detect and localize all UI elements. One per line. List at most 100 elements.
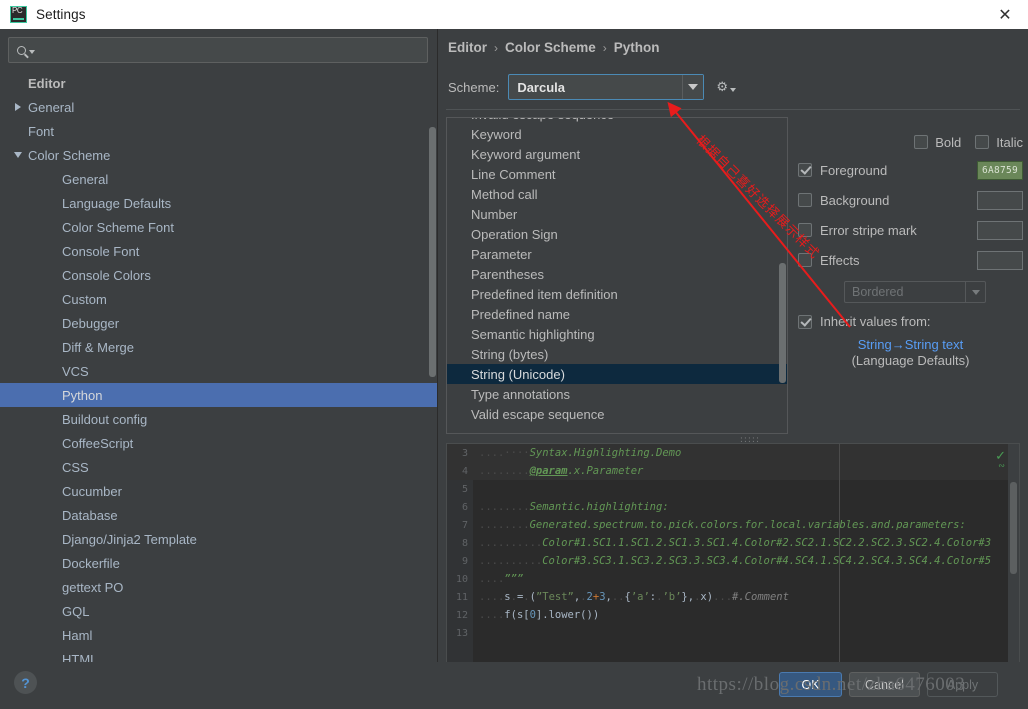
option-list-item[interactable]: Predefined name xyxy=(447,304,787,324)
sidebar-item-css[interactable]: CSS xyxy=(0,455,437,479)
code-line: 5 xyxy=(447,480,1019,498)
code-text: ....s.=.(”Test”,.2+3,..{’a’:.’b’},.x)...… xyxy=(479,591,789,603)
sidebar-item-label: Dockerfile xyxy=(62,555,120,571)
sidebar-item-label: Django/Jinja2 Template xyxy=(62,531,197,547)
sidebar-item-python[interactable]: Python xyxy=(0,383,437,407)
preview-scroll-thumb[interactable] xyxy=(1010,482,1017,574)
sidebar-item-dockerfile[interactable]: Dockerfile xyxy=(0,551,437,575)
code-line: 13 xyxy=(447,624,1019,642)
sidebar-item-gql[interactable]: GQL xyxy=(0,599,437,623)
sidebar-item-color-scheme[interactable]: Color Scheme xyxy=(0,143,437,167)
scheme-dropdown[interactable]: Darcula xyxy=(508,74,705,100)
option-list-item[interactable]: Invalid escape sequence xyxy=(447,118,787,124)
code-line: 11 ....s.=.(”Test”,.2+3,..{’a’:.’b’},.x).… xyxy=(447,588,1019,606)
option-list-item[interactable]: Parameter xyxy=(447,244,787,264)
search-box[interactable] xyxy=(8,37,428,63)
chevron-down-icon[interactable] xyxy=(965,282,985,302)
background-checkbox[interactable] xyxy=(798,193,812,207)
option-list-item-label: Predefined name xyxy=(471,306,571,322)
inherit-checkbox[interactable] xyxy=(798,314,812,329)
close-icon[interactable]: ✕ xyxy=(982,0,1028,29)
sidebar-item-haml[interactable]: Haml xyxy=(0,623,437,647)
code-preview[interactable]: 3 ....····Syntax.Highlighting.Demo 4......… xyxy=(446,443,1020,675)
font-style-row: Bold Italic xyxy=(798,129,1023,155)
sidebar-item-label: Language Defaults xyxy=(62,195,172,211)
sidebar-item-vcs[interactable]: VCS xyxy=(0,359,437,383)
italic-checkbox[interactable]: Italic xyxy=(975,135,1023,150)
effects-color-swatch[interactable] xyxy=(977,250,1023,270)
sidebar-scrollbar[interactable] xyxy=(429,69,436,659)
chevron-right-icon[interactable] xyxy=(8,103,28,111)
option-list-item[interactable]: Keyword xyxy=(447,124,787,144)
chevron-down-icon[interactable] xyxy=(8,152,28,158)
code-line: 10 ....””” xyxy=(447,570,1019,588)
sidebar-item-editor[interactable]: Editor xyxy=(0,71,437,95)
sidebar-item-label: CSS xyxy=(62,459,89,475)
effect-type-value: Bordered xyxy=(852,285,904,299)
code-text: ....····Syntax.Highlighting.Demo xyxy=(479,447,682,459)
sidebar-item-gettext-po[interactable]: gettext PO xyxy=(0,575,437,599)
italic-label: Italic xyxy=(996,134,1023,150)
sidebar-item-database[interactable]: Database xyxy=(0,503,437,527)
gear-icon[interactable]: ⚙ xyxy=(716,81,736,94)
sidebar-item-cucumber[interactable]: Cucumber xyxy=(0,479,437,503)
right-margin-line xyxy=(839,444,840,674)
sidebar-item-diff-merge[interactable]: Diff & Merge xyxy=(0,335,437,359)
option-list-item[interactable]: Semantic highlighting xyxy=(447,324,787,344)
sidebar-item-debugger[interactable]: Debugger xyxy=(0,311,437,335)
option-list-item[interactable]: Valid escape sequence xyxy=(447,404,787,424)
option-list-item-label: Parentheses xyxy=(471,266,544,282)
sidebar-item-general[interactable]: General xyxy=(0,167,437,191)
option-list-item-label: String (bytes) xyxy=(471,346,549,362)
background-color-swatch[interactable] xyxy=(977,190,1023,210)
option-list-item[interactable]: Parentheses xyxy=(447,264,787,284)
code-line: 8 ..........Color#1.SC1.1.SC1.2.SC1.3.SC1… xyxy=(447,534,1019,552)
sidebar-item-font[interactable]: Font xyxy=(0,119,437,143)
foreground-color-swatch[interactable]: 6A8759 xyxy=(977,160,1023,180)
option-list-item[interactable]: String (bytes) xyxy=(447,344,787,364)
preview-scrollbar[interactable] xyxy=(1008,444,1019,674)
sidebar-scroll-thumb[interactable] xyxy=(429,127,436,377)
error-stripe-label: Error stripe mark xyxy=(820,222,917,238)
option-list-item-label: Number xyxy=(471,206,518,222)
italic-checkbox-box[interactable] xyxy=(975,135,990,149)
code-line: 9 ..........Color#3.SC3.1.SC3.2.SC3.3.SC3… xyxy=(447,552,1019,570)
option-list-item-label: Keyword xyxy=(471,126,522,142)
option-list-item[interactable]: Predefined item definition xyxy=(447,284,787,304)
sidebar-item-language-defaults[interactable]: Language Defaults xyxy=(0,191,437,215)
option-list-item-label: Semantic highlighting xyxy=(471,326,595,342)
chevron-down-icon[interactable] xyxy=(682,75,704,99)
inherit-source-link[interactable]: String→String text xyxy=(798,337,1023,352)
sidebar-item-django-jinja2-template[interactable]: Django/Jinja2 Template xyxy=(0,527,437,551)
option-list-item[interactable]: Operation Sign xyxy=(447,224,787,244)
sidebar-item-label: CoffeeScript xyxy=(62,435,134,451)
settings-tree[interactable]: Editor General Font Color Scheme General Lang… xyxy=(0,71,437,662)
bold-checkbox-box[interactable] xyxy=(914,135,929,149)
foreground-checkbox[interactable] xyxy=(798,163,812,177)
inspection-squiggle-icon: ∾ xyxy=(998,461,1005,470)
bold-checkbox[interactable]: Bold xyxy=(914,135,961,150)
help-button[interactable]: ? xyxy=(14,671,37,694)
sidebar-item-console-font[interactable]: Console Font xyxy=(0,239,437,263)
code-text: ....f(s[0].lower()) xyxy=(479,609,600,621)
option-list-item[interactable]: String (Unicode) xyxy=(447,364,787,384)
effects-label: Effects xyxy=(820,252,860,268)
sidebar-item-label: Python xyxy=(62,387,103,403)
sidebar-item-console-colors[interactable]: Console Colors xyxy=(0,263,437,287)
code-text: ........Semantic.highlighting: xyxy=(479,501,669,513)
sidebar-item-custom[interactable]: Custom xyxy=(0,287,437,311)
sidebar-item-buildout-config[interactable]: Buildout config xyxy=(0,407,437,431)
sidebar-item-general[interactable]: General xyxy=(0,95,437,119)
code-line: 3 ....····Syntax.Highlighting.Demo xyxy=(447,444,1019,462)
sidebar-item-coffeescript[interactable]: CoffeeScript xyxy=(0,431,437,455)
sidebar-item-html[interactable]: HTML xyxy=(0,647,437,663)
option-list-item[interactable]: Type annotations xyxy=(447,384,787,404)
search-input[interactable] xyxy=(35,43,427,57)
sidebar-item-color-scheme-font[interactable]: Color Scheme Font xyxy=(0,215,437,239)
sidebar-item-label: Editor xyxy=(28,75,66,91)
options-list-scroll-thumb[interactable] xyxy=(779,263,786,383)
option-list-item[interactable]: Number xyxy=(447,204,787,224)
effect-type-dropdown[interactable]: Bordered xyxy=(844,281,986,303)
inherit-row[interactable]: Inherit values from: xyxy=(798,314,1023,329)
error-stripe-color-swatch[interactable] xyxy=(977,220,1023,240)
